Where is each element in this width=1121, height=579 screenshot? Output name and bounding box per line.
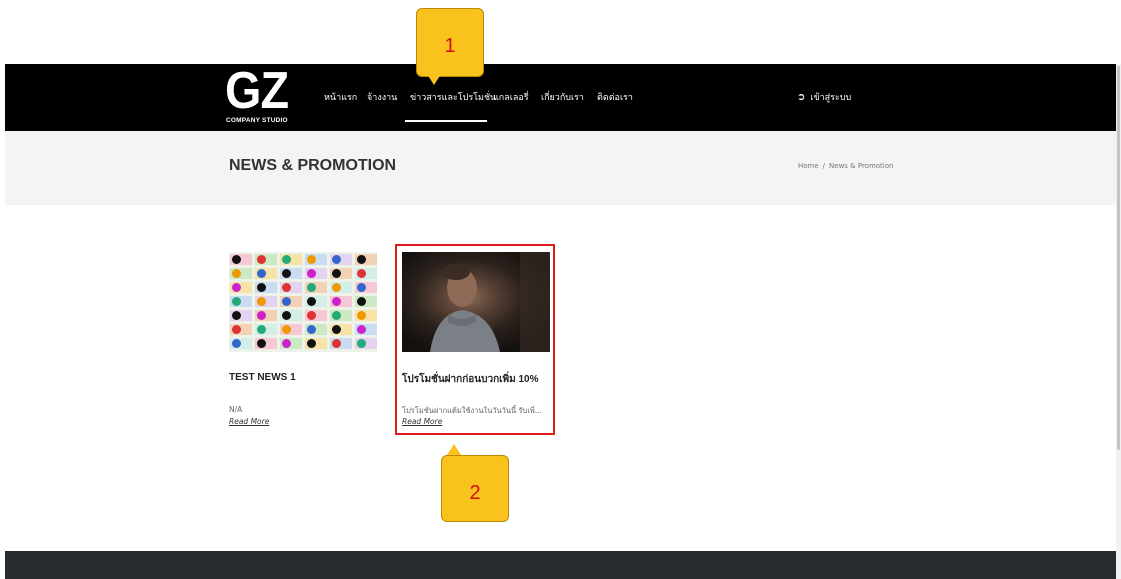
thumbnail-grid-dot — [307, 325, 316, 334]
nav-item-home[interactable]: หน้าแรก — [324, 90, 357, 104]
thumbnail-grid-dot — [307, 269, 316, 278]
thumbnail-grid-dot — [332, 255, 341, 264]
active-nav-underline — [405, 120, 487, 122]
thumbnail-grid-dot — [257, 325, 266, 334]
thumbnail-grid-dot — [232, 297, 241, 306]
nav-item-gallery[interactable]: แกลเลอรี่ — [493, 90, 529, 104]
footer — [5, 551, 1116, 579]
thumbnail-grid-dot — [257, 339, 266, 348]
thumbnail-grid-row — [229, 281, 377, 295]
highlight-box — [395, 244, 555, 435]
thumbnail-grid-dot — [357, 283, 366, 292]
nav-item-news-promotion[interactable]: ข่าวสารและโปรโมชั่น — [410, 90, 496, 104]
breadcrumb-current: News & Promotion — [829, 162, 894, 170]
callout-1-pointer — [427, 74, 441, 85]
thumbnail-grid-dot — [357, 339, 366, 348]
sign-in-icon: ➲ — [797, 92, 806, 103]
post-excerpt-1: N/A — [229, 405, 243, 414]
thumbnail-grid-dot — [282, 325, 291, 334]
thumbnail-grid-row — [229, 337, 377, 351]
callout-2: 2 — [441, 455, 509, 522]
brand-logo[interactable]: GZ COMPANY STUDIO — [225, 63, 293, 129]
post-title-1[interactable]: TEST NEWS 1 — [229, 372, 296, 383]
page-title-band — [5, 131, 1116, 205]
thumbnail-grid-dot — [332, 283, 341, 292]
thumbnail-grid-dot — [282, 269, 291, 278]
thumbnail-grid-dot — [257, 255, 266, 264]
thumbnail-grid-dot — [332, 311, 341, 320]
thumbnail-grid-dot — [282, 283, 291, 292]
nav-item-contact[interactable]: ติดต่อเรา — [597, 90, 633, 104]
login-label: เข้าสู่ระบบ — [810, 93, 852, 103]
thumbnail-grid-dot — [357, 325, 366, 334]
thumbnail-grid-dot — [257, 311, 266, 320]
thumbnail-grid-dot — [357, 269, 366, 278]
thumbnail-grid-dot — [357, 255, 366, 264]
thumbnail-grid-dot — [257, 297, 266, 306]
page-title: NEWS & PROMOTION — [229, 157, 397, 174]
thumbnail-grid-dot — [307, 311, 316, 320]
thumbnail-grid-dot — [332, 297, 341, 306]
login-link[interactable]: ➲ เข้าสู่ระบบ — [797, 90, 851, 104]
breadcrumb-separator: / — [822, 162, 826, 170]
thumbnail-grid-dot — [282, 339, 291, 348]
thumbnail-grid-row — [229, 295, 377, 309]
thumbnail-grid-dot — [332, 269, 341, 278]
thumbnail-grid-dot — [282, 311, 291, 320]
thumbnail-grid-dot — [232, 269, 241, 278]
thumbnail-grid-dot — [232, 339, 241, 348]
thumbnail-grid-dot — [332, 339, 341, 348]
thumbnail-grid-dot — [307, 297, 316, 306]
thumbnail-grid-dot — [232, 311, 241, 320]
thumbnail-grid-dot — [307, 255, 316, 264]
thumbnail-grid-dot — [332, 325, 341, 334]
post-thumbnail-1[interactable] — [229, 252, 377, 352]
thumbnail-grid-dot — [257, 283, 266, 292]
nav-item-hire[interactable]: จ้างงาน — [367, 90, 397, 104]
breadcrumb: Home / News & Promotion — [798, 162, 893, 170]
thumbnail-grid-row — [229, 267, 377, 281]
thumbnail-grid-dot — [232, 325, 241, 334]
thumbnail-grid-dot — [232, 255, 241, 264]
thumbnail-grid-dot — [282, 297, 291, 306]
breadcrumb-home[interactable]: Home — [798, 162, 819, 170]
thumbnail-grid-row — [229, 253, 377, 267]
thumbnail-grid-dot — [307, 339, 316, 348]
logo-subtext: COMPANY STUDIO — [226, 117, 288, 124]
scrollbar-thumb[interactable] — [1117, 66, 1120, 450]
thumbnail-grid-dot — [307, 283, 316, 292]
thumbnail-grid-row — [229, 309, 377, 323]
logo-text: GZ — [225, 62, 289, 120]
read-more-link-1[interactable]: Read More — [229, 417, 269, 426]
thumbnail-grid-dot — [257, 269, 266, 278]
thumbnail-grid-dot — [357, 297, 366, 306]
callout-2-pointer — [447, 444, 461, 455]
callout-1: 1 — [416, 8, 484, 77]
thumbnail-grid-dot — [357, 311, 366, 320]
thumbnail-grid-dot — [232, 283, 241, 292]
thumbnail-grid-row — [229, 323, 377, 337]
thumbnail-grid-dot — [282, 255, 291, 264]
nav-item-about[interactable]: เกี่ยวกับเรา — [541, 90, 584, 104]
